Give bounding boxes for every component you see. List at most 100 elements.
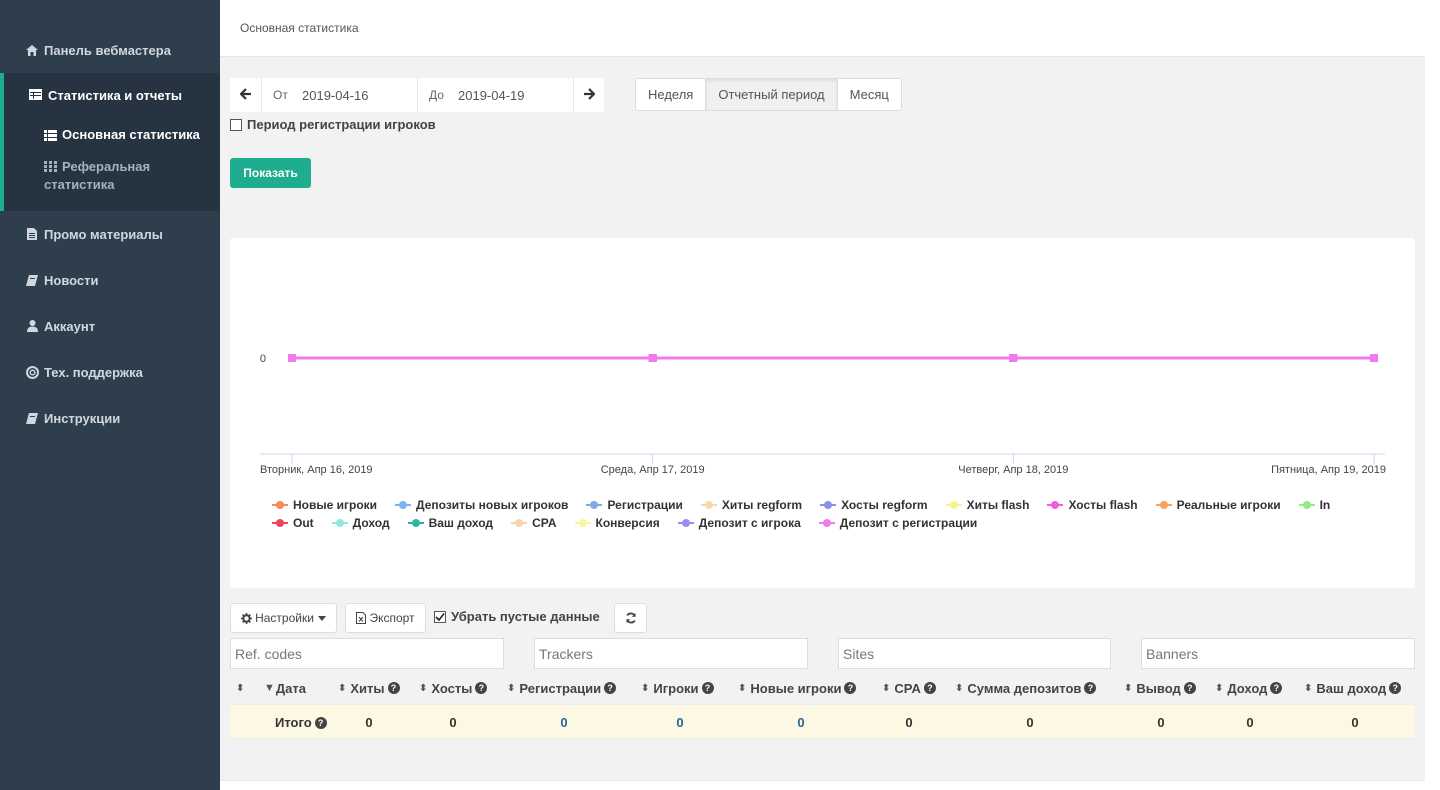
total-label: Итого <box>275 715 312 730</box>
legend-item[interactable]: In <box>1298 498 1330 512</box>
prev-period-button[interactable] <box>230 78 261 112</box>
help-icon[interactable]: ? <box>1270 682 1283 694</box>
column-toggle[interactable]: ⬍ <box>236 673 248 703</box>
legend-item[interactable]: Реальные игроки <box>1155 498 1281 512</box>
legend-item[interactable]: Конверсия <box>574 516 660 530</box>
sidebar: Панель вебмастера Статистика и отчеты Ос… <box>0 0 220 790</box>
arrow-right-icon <box>583 87 596 104</box>
show-button[interactable]: Показать <box>230 158 311 188</box>
column-header-your-income[interactable]: ⬍ Ваш доход ? <box>1304 673 1402 703</box>
sidebar-item-news[interactable]: Новости <box>0 271 220 289</box>
period-month-button[interactable]: Месяц <box>838 79 901 110</box>
reg-period-checkbox[interactable] <box>230 118 242 131</box>
column-header-date[interactable]: ▼ Дата <box>264 673 306 703</box>
sites-filter[interactable]: Sites <box>838 638 1111 669</box>
legend-item[interactable]: Хиты regform <box>700 498 802 512</box>
legend-marker <box>331 518 348 528</box>
legend-label: Новые игроки <box>293 498 378 512</box>
column-header-players[interactable]: ⬍ Игроки ? <box>641 673 714 703</box>
top-bar: Основная статистика <box>220 0 1425 57</box>
legend-marker <box>820 500 837 510</box>
data-point <box>288 354 296 362</box>
ref-codes-filter[interactable]: Ref. codes <box>230 638 504 669</box>
table-cell-new-players[interactable]: 0 <box>771 705 831 740</box>
period-report-button[interactable]: Отчетный период <box>706 79 838 110</box>
column-header-withdrawal[interactable]: ⬍ Вывод ? <box>1124 673 1196 703</box>
legend-item[interactable]: Новые игроки <box>272 498 377 512</box>
legend-item[interactable]: Хосты flash <box>1047 498 1138 512</box>
date-to-field[interactable]: До 2019-04-19 <box>417 78 573 112</box>
help-icon[interactable]: ? <box>314 716 327 729</box>
sort-icon: ⬍ <box>419 682 428 694</box>
date-to-value[interactable]: 2019-04-19 <box>458 88 573 103</box>
help-icon[interactable]: ? <box>604 682 617 694</box>
legend-item[interactable]: Ваш доход <box>407 516 494 530</box>
legend-item[interactable]: Доход <box>331 516 390 530</box>
sidebar-subitem-referral-stats[interactable]: Реферальная статистика <box>44 158 214 194</box>
sort-icon: ⬍ <box>955 682 964 694</box>
help-icon[interactable]: ? <box>844 682 857 694</box>
sidebar-subitem-label: Реферальная статистика <box>44 159 151 192</box>
sidebar-item-statistics[interactable]: Статистика и отчеты <box>29 88 182 103</box>
help-icon[interactable]: ? <box>923 682 936 694</box>
excel-icon <box>356 612 367 624</box>
sidebar-item-dashboard[interactable]: Панель вебмастера <box>0 41 220 59</box>
legend-item[interactable]: Хосты regform <box>820 498 928 512</box>
legend-label: Ваш доход <box>428 516 494 530</box>
help-icon[interactable]: ? <box>1183 682 1196 694</box>
table-cell-players[interactable]: 0 <box>650 705 710 740</box>
sidebar-item-account[interactable]: Аккаунт <box>0 317 220 335</box>
legend-item[interactable]: Хиты flash <box>945 498 1029 512</box>
table-cell-registrations[interactable]: 0 <box>534 705 594 740</box>
table-cell-cpa: 0 <box>905 715 913 730</box>
sort-icon: ⬍ <box>507 682 516 694</box>
hide-empty-checkbox[interactable] <box>434 610 446 623</box>
scrollbar[interactable] <box>1425 0 1440 790</box>
trackers-filter[interactable]: Trackers <box>534 638 808 669</box>
help-icon[interactable]: ? <box>701 682 714 694</box>
sidebar-item-label: Промо материалы <box>44 226 163 242</box>
help-icon[interactable]: ? <box>1084 682 1097 694</box>
reg-period-toggle[interactable]: Период регистрации игроков <box>230 117 436 132</box>
date-range-picker: От 2019-04-16 До 2019-04-19 <box>230 78 604 112</box>
legend-label: Регистрации <box>607 498 683 512</box>
date-from-field[interactable]: От 2019-04-16 <box>261 78 417 112</box>
legend-item[interactable]: Депозиты новых игроков <box>395 498 568 512</box>
sort-icon: ⬍ <box>1124 682 1133 694</box>
refresh-button[interactable] <box>614 603 647 633</box>
legend-item[interactable]: Депозит с игрока <box>677 516 801 530</box>
column-header-new-players[interactable]: ⬍ Новые игроки ? <box>738 673 857 703</box>
date-from-label: От <box>273 88 288 102</box>
banners-filter[interactable]: Banners <box>1141 638 1415 669</box>
sidebar-item-support[interactable]: Тех. поддержка <box>0 363 220 381</box>
column-label: Регистрации <box>519 680 602 696</box>
column-header-income[interactable]: ⬍ Доход ? <box>1215 673 1283 703</box>
legend-item[interactable]: Депозит с регистрации <box>818 516 978 530</box>
column-header-registrations[interactable]: ⬍ Регистрации ? <box>507 673 617 703</box>
column-header-hosts[interactable]: ⬍ Хосты ? <box>419 673 488 703</box>
column-header-deposits-sum[interactable]: ⬍ Сумма депозитов ? <box>955 673 1097 703</box>
column-label: Игроки <box>653 680 699 696</box>
next-period-button[interactable] <box>573 78 604 112</box>
export-button[interactable]: Экспорт <box>345 603 426 633</box>
legend-item[interactable]: CPA <box>511 516 557 530</box>
settings-dropdown-button[interactable]: Настройки <box>230 603 337 633</box>
data-point <box>1009 354 1018 362</box>
sidebar-item-promo[interactable]: Промо материалы <box>0 225 220 243</box>
help-icon[interactable]: ? <box>1389 682 1402 694</box>
date-from-value[interactable]: 2019-04-16 <box>302 88 417 103</box>
legend-item[interactable]: Out <box>272 516 314 530</box>
legend-item[interactable]: Регистрации <box>586 498 683 512</box>
period-week-button[interactable]: Неделя <box>636 79 707 110</box>
sidebar-subitem-main-stats[interactable]: Основная статистика <box>44 126 200 146</box>
hide-empty-toggle[interactable]: Убрать пустые данные <box>434 609 600 624</box>
legend-label: Хосты regform <box>841 498 928 512</box>
legend-label: Депозит с регистрации <box>839 516 978 530</box>
sort-icon: ⬍ <box>641 682 650 694</box>
help-icon[interactable]: ? <box>475 682 488 694</box>
help-icon[interactable]: ? <box>387 682 400 694</box>
column-header-hits[interactable]: ⬍ Хиты ? <box>338 673 400 703</box>
column-header-cpa[interactable]: ⬍ CPA ? <box>882 673 936 703</box>
file-icon <box>25 227 39 241</box>
sidebar-item-instructions[interactable]: Инструкции <box>0 409 220 427</box>
